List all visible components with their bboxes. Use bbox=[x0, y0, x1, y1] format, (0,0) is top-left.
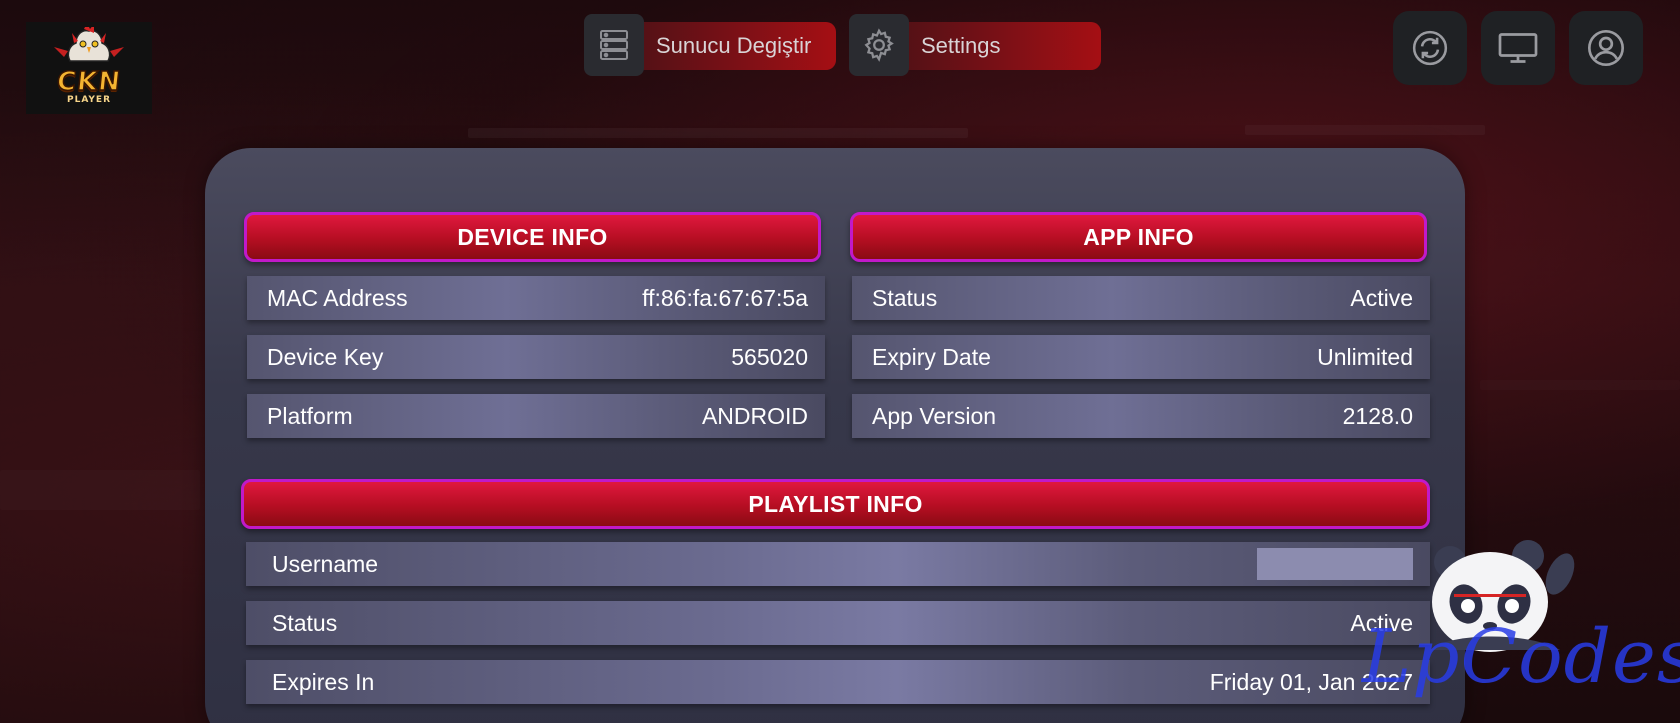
device-info-row: Device Key 565020 bbox=[247, 335, 825, 379]
gear-icon bbox=[864, 28, 894, 62]
change-server-button[interactable]: Sunucu Degiştir bbox=[584, 14, 836, 76]
playlist-info-header: PLAYLIST INFO bbox=[241, 479, 1430, 529]
watermark-text: LpCodes bbox=[1362, 614, 1680, 700]
profile-button[interactable] bbox=[1569, 11, 1643, 85]
playlist-info-row: Status Active bbox=[246, 601, 1430, 645]
change-server-label: Sunucu Degiştir bbox=[656, 33, 812, 58]
playlist-info-row: Username bbox=[246, 542, 1430, 586]
row-label: Username bbox=[272, 550, 379, 577]
app-logo: CKN PLAYER bbox=[26, 22, 152, 114]
app-info-row: App Version 2128.0 bbox=[852, 394, 1430, 438]
row-value: Active bbox=[1350, 284, 1413, 311]
app-info-row: Status Active bbox=[852, 276, 1430, 320]
tv-button[interactable] bbox=[1481, 11, 1555, 85]
background-decoration bbox=[1245, 125, 1485, 135]
row-label: Expires In bbox=[272, 668, 375, 695]
row-label: App Version bbox=[872, 402, 997, 429]
info-panel: DEVICE INFO MAC Address ff:86:fa:67:67:5… bbox=[205, 148, 1465, 723]
logo-text: CKN bbox=[55, 66, 124, 98]
row-value: 565020 bbox=[731, 343, 808, 370]
redacted-username bbox=[1257, 548, 1413, 580]
playlist-info-title: PLAYLIST INFO bbox=[748, 490, 923, 517]
row-value: ANDROID bbox=[701, 402, 808, 429]
app-info-title: APP INFO bbox=[1083, 223, 1194, 250]
background-decoration bbox=[1480, 380, 1680, 390]
device-info-row: Platform ANDROID bbox=[247, 394, 825, 438]
app-info-header: APP INFO bbox=[850, 212, 1427, 262]
gear-icon-wrap bbox=[849, 14, 909, 76]
server-list-icon bbox=[600, 30, 628, 60]
user-icon bbox=[1588, 30, 1624, 66]
row-label: Expiry Date bbox=[872, 343, 991, 370]
device-info-header: DEVICE INFO bbox=[244, 212, 821, 262]
device-info-title: DEVICE INFO bbox=[457, 223, 608, 250]
row-label: Device Key bbox=[267, 343, 384, 370]
playlist-info-row: Expires In Friday 01, Jan 2027 bbox=[246, 660, 1430, 704]
row-value: ff:86:fa:67:67:5a bbox=[642, 284, 808, 311]
server-list-icon-wrap bbox=[584, 14, 644, 76]
settings-button[interactable]: Settings bbox=[849, 14, 1101, 76]
background-decoration bbox=[468, 128, 968, 138]
refresh-icon bbox=[1412, 30, 1448, 66]
row-value: Unlimited bbox=[1317, 343, 1413, 370]
row-label: MAC Address bbox=[267, 284, 408, 311]
background-decoration bbox=[0, 470, 200, 510]
row-label: Status bbox=[872, 284, 938, 311]
monitor-icon bbox=[1498, 33, 1538, 63]
app-info-row: Expiry Date Unlimited bbox=[852, 335, 1430, 379]
refresh-button[interactable] bbox=[1393, 11, 1467, 85]
row-value: 2128.0 bbox=[1342, 402, 1413, 429]
row-label: Platform bbox=[267, 402, 353, 429]
logo-badge: CKN PLAYER bbox=[33, 27, 145, 109]
row-label: Status bbox=[272, 609, 338, 636]
device-info-row: MAC Address ff:86:fa:67:67:5a bbox=[247, 276, 825, 320]
settings-label: Settings bbox=[921, 33, 1001, 58]
